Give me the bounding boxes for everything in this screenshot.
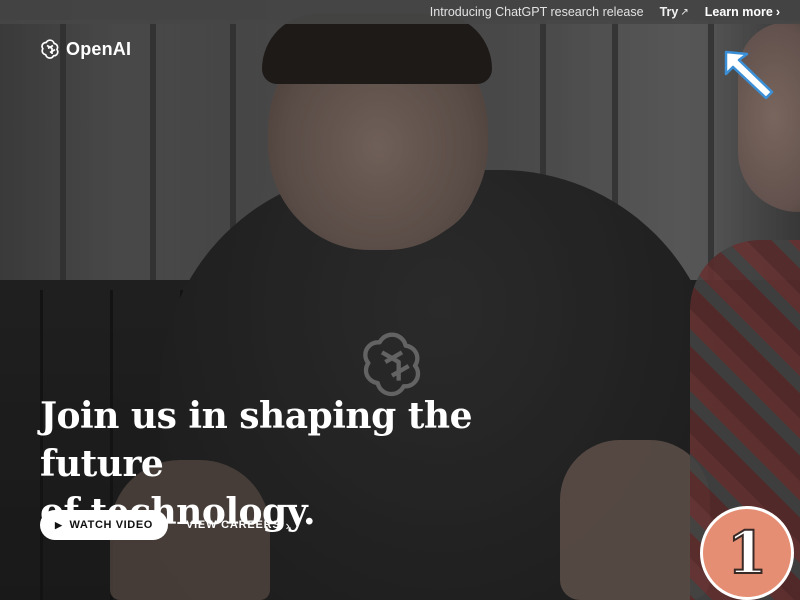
announcement-message[interactable]: Introducing ChatGPT research release bbox=[430, 5, 644, 19]
chevron-right-icon: › bbox=[775, 5, 780, 19]
play-icon: ▶ bbox=[55, 519, 63, 530]
hero-actions: ▶ WATCH VIDEO VIEW CAREERS › bbox=[40, 510, 291, 540]
try-link[interactable]: Try ↗ bbox=[660, 5, 689, 19]
watch-video-button[interactable]: ▶ WATCH VIDEO bbox=[40, 510, 168, 540]
view-careers-label: VIEW CAREERS bbox=[185, 519, 281, 531]
brand-name: OpenAI bbox=[66, 38, 132, 59]
try-label: Try bbox=[659, 5, 679, 19]
learn-more-link[interactable]: Learn more › bbox=[705, 5, 780, 19]
openai-home-link[interactable]: OpenAI bbox=[38, 37, 131, 61]
step-number-badge: 1 bbox=[700, 506, 794, 600]
view-careers-link[interactable]: VIEW CAREERS › bbox=[186, 518, 291, 533]
chevron-right-icon: › bbox=[285, 517, 291, 533]
mouse-pointer-icon bbox=[724, 50, 774, 100]
announcement-bar: Introducing ChatGPT research release Try… bbox=[0, 0, 800, 24]
learn-more-label: Learn more bbox=[704, 5, 773, 19]
openai-logo-icon bbox=[41, 39, 59, 59]
external-arrow-icon: ↗ bbox=[680, 6, 689, 18]
watch-video-label: WATCH VIDEO bbox=[69, 519, 153, 531]
headline-line-1: Join us in shaping the future bbox=[40, 395, 473, 485]
